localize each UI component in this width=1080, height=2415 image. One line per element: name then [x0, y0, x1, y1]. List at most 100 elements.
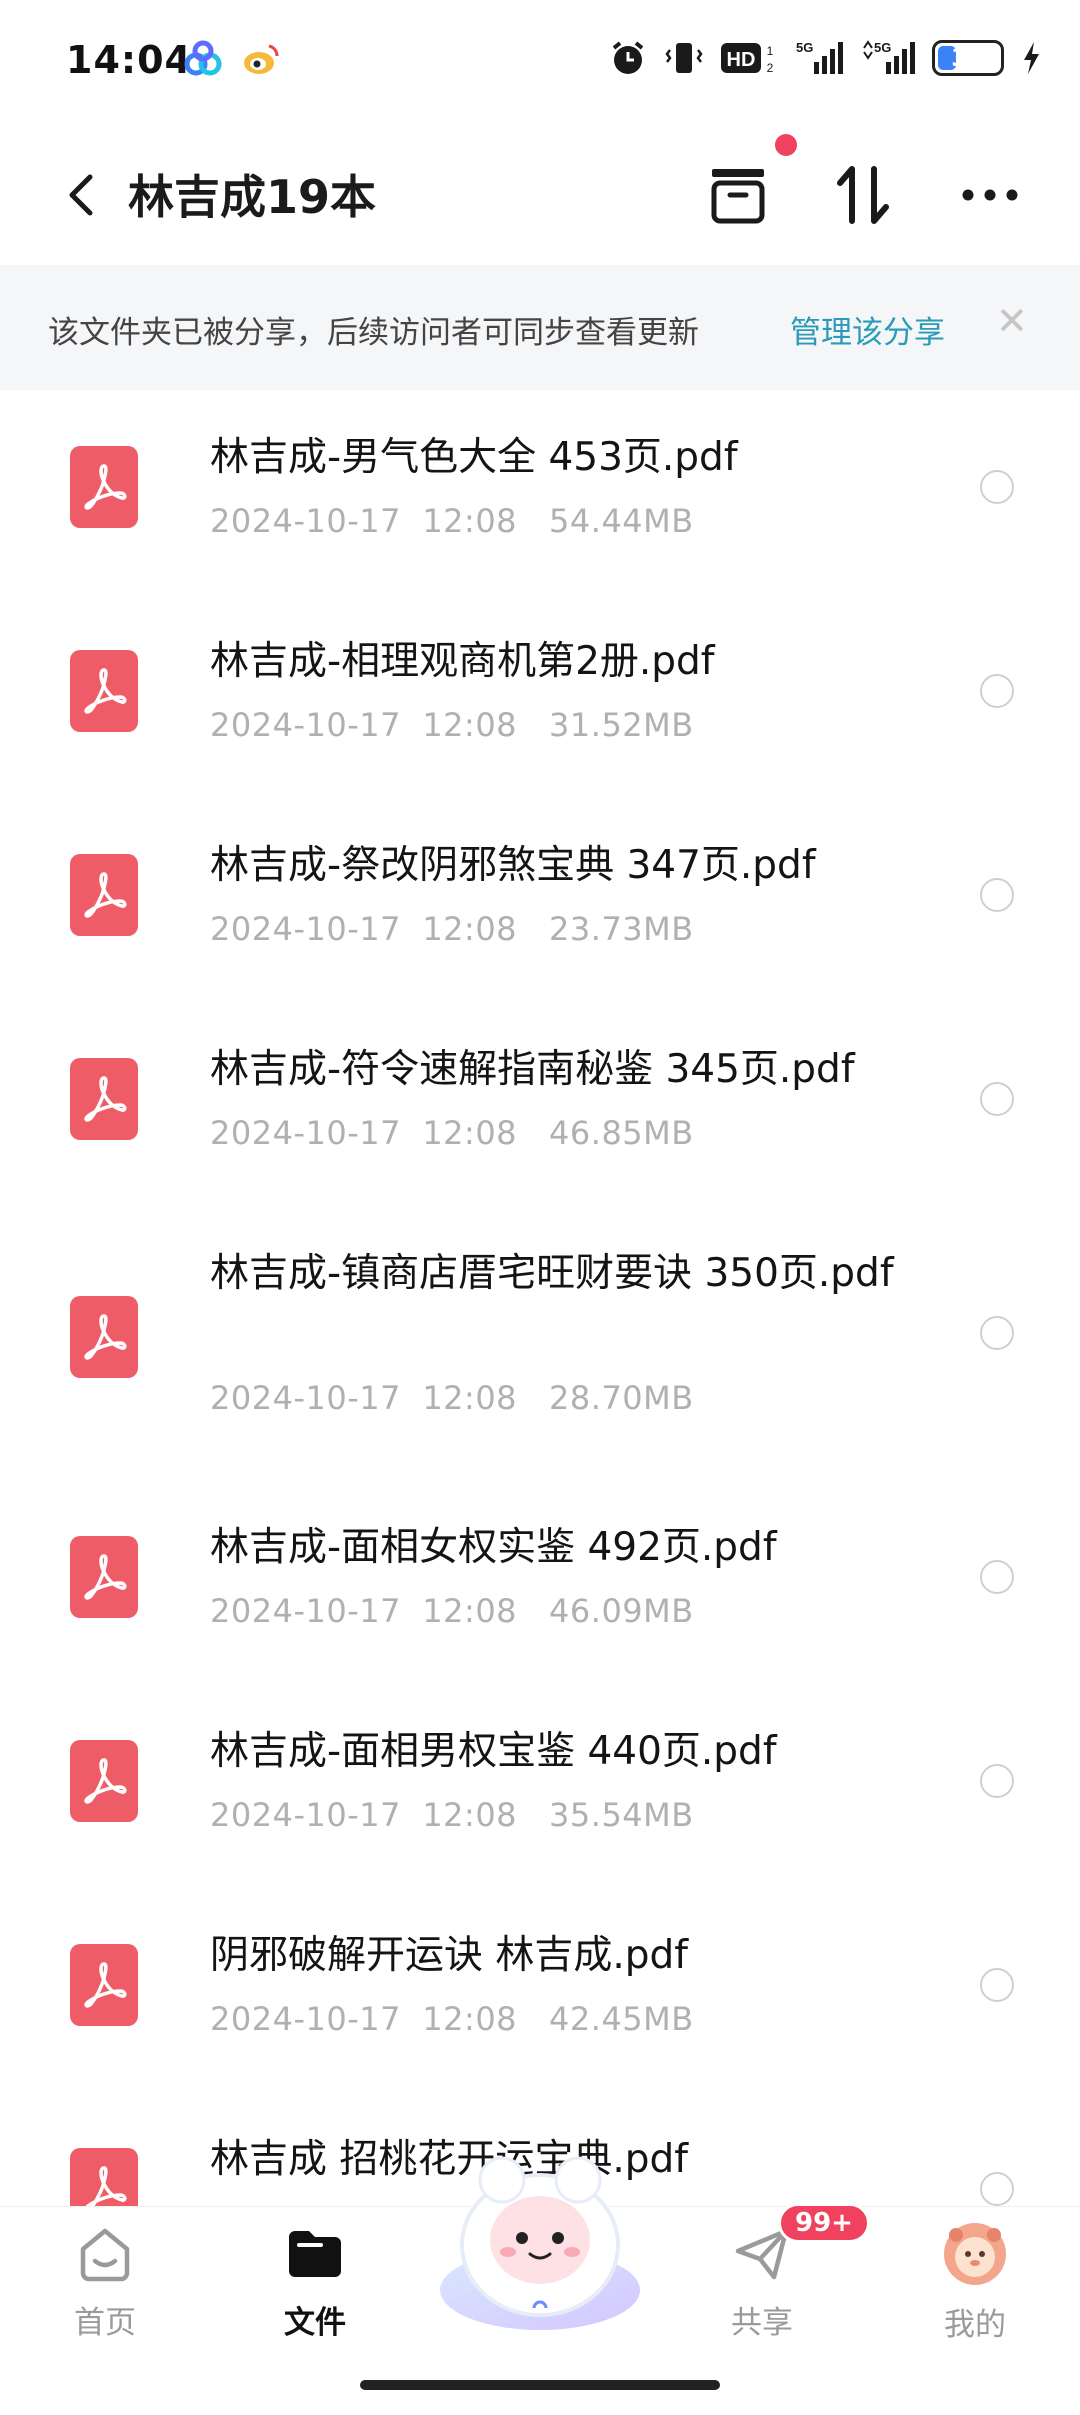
status-system-icons: HD 1 2 5G 5G 30 — [608, 38, 1042, 78]
file-name: 林吉成-面相女权实鉴 492页.pdf — [210, 1525, 777, 1570]
file-row[interactable]: 林吉成-男气色大全 453页.pdf 2024-10-17 12:08 54.44… — [0, 390, 1080, 594]
file-meta: 2024-10-17 12:08 54.44MB — [210, 502, 694, 540]
svg-text:5G: 5G — [796, 40, 813, 55]
file-size: 35.54MB — [549, 1796, 694, 1834]
tab-share-label: 共享 — [731, 2305, 793, 2341]
select-radio[interactable] — [980, 470, 1014, 504]
file-row[interactable]: 林吉成-符令速解指南秘鉴 345页.pdf 2024-10-17 12:08 46… — [0, 1002, 1080, 1206]
file-size: 23.73MB — [549, 910, 694, 948]
file-size: 42.45MB — [549, 2000, 694, 2038]
file-date: 2024-10-17 12:08 — [210, 502, 518, 540]
file-name: 林吉成-祭改阴邪煞宝典 347页.pdf — [210, 843, 816, 888]
file-date: 2024-10-17 12:08 — [210, 1379, 518, 1417]
file-meta: 2024-10-17 12:08 42.45MB — [210, 2000, 694, 2038]
file-row[interactable]: 林吉成-镇商店厝宅旺财要诀 350页.pdf 2024-10-17 12:08 2… — [0, 1206, 1080, 1476]
file-date: 2024-10-17 12:08 — [210, 2000, 518, 2038]
avatar — [944, 2223, 1006, 2285]
file-meta: 2024-10-17 12:08 28.70MB — [210, 1379, 694, 1417]
status-time: 14:04 — [66, 38, 192, 82]
file-name: 林吉成-男气色大全 453页.pdf — [210, 435, 738, 480]
svg-text:5G: 5G — [874, 40, 891, 55]
pdf-file-icon — [70, 1536, 138, 1618]
home-icon — [80, 2228, 130, 2282]
pdf-file-icon — [70, 650, 138, 732]
pdf-file-icon — [70, 446, 138, 528]
pdf-file-icon — [70, 1296, 138, 1378]
file-date: 2024-10-17 12:08 — [210, 1796, 518, 1834]
file-size: 46.85MB — [549, 1114, 694, 1152]
vibrate-icon — [665, 43, 703, 73]
file-size: 31.52MB — [549, 706, 694, 744]
tab-files[interactable]: 文件 — [245, 2221, 385, 2342]
select-radio[interactable] — [980, 1316, 1014, 1350]
select-radio[interactable] — [980, 1968, 1014, 2002]
file-name: 林吉成-相理观商机第2册.pdf — [210, 639, 715, 684]
file-size: 28.70MB — [549, 1379, 694, 1417]
alarm-icon — [612, 41, 644, 74]
file-date: 2024-10-17 12:08 — [210, 1592, 518, 1630]
charging-icon — [1024, 42, 1039, 74]
file-meta: 2024-10-17 12:08 46.85MB — [210, 1114, 694, 1152]
signal-icon: 5G — [863, 40, 915, 74]
file-date: 2024-10-17 12:08 — [210, 910, 518, 948]
share-banner: 该文件夹已被分享，后续访问者可同步查看更新 管理该分享 ✕ — [0, 265, 1080, 390]
file-row[interactable]: 林吉成-相理观商机第2册.pdf 2024-10-17 12:08 31.52MB — [0, 594, 1080, 798]
select-radio[interactable] — [980, 878, 1014, 912]
share-badge: 99+ — [778, 2203, 870, 2243]
folder-icon — [289, 2231, 341, 2277]
battery-icon: 30 — [932, 40, 1004, 76]
select-radio[interactable] — [980, 1764, 1014, 1798]
file-meta: 2024-10-17 12:08 46.09MB — [210, 1592, 694, 1630]
weibo-icon — [244, 44, 279, 74]
more-icon[interactable] — [950, 155, 1030, 235]
archive-icon[interactable] — [698, 155, 778, 235]
select-radio[interactable] — [980, 1082, 1014, 1116]
select-radio[interactable] — [980, 674, 1014, 708]
file-name: 林吉成-面相男权宝鉴 440页.pdf — [210, 1729, 777, 1774]
svg-text:2: 2 — [767, 61, 774, 75]
file-meta: 2024-10-17 12:08 35.54MB — [210, 1796, 694, 1834]
file-name: 阴邪破解开运诀 林吉成.pdf — [210, 1933, 689, 1978]
tab-mine[interactable]: 我的 — [905, 2221, 1045, 2344]
tab-mine-label: 我的 — [944, 2307, 1006, 2343]
svg-text:1: 1 — [767, 44, 774, 58]
pdf-file-icon — [70, 1058, 138, 1140]
file-name: 林吉成-符令速解指南秘鉴 345页.pdf — [210, 1047, 855, 1092]
notification-dot — [775, 134, 797, 156]
signal-icon: 5G — [796, 40, 843, 74]
baidu-netdisk-icon — [184, 40, 222, 76]
sort-icon[interactable] — [824, 155, 904, 235]
status-bar: 14:04 HD 1 2 5G 5G 30 — [0, 0, 1080, 125]
share-banner-text: 该文件夹已被分享，后续访问者可同步查看更新 — [48, 315, 699, 351]
svg-text:HD: HD — [727, 49, 756, 71]
hd-icon: HD 1 2 — [721, 43, 774, 75]
file-row[interactable]: 阴邪破解开运诀 林吉成.pdf 2024-10-17 12:08 42.45MB — [0, 1888, 1080, 2092]
tab-files-label: 文件 — [284, 2305, 346, 2341]
battery-percent: 30 — [951, 44, 985, 72]
close-icon[interactable]: ✕ — [996, 299, 1028, 343]
chevron-left-icon[interactable] — [52, 165, 112, 225]
status-app-icons — [183, 40, 281, 78]
top-bar: 林吉成19本 — [0, 125, 1080, 265]
assistant-mascot-button[interactable] — [430, 2140, 650, 2340]
file-date: 2024-10-17 12:08 — [210, 706, 518, 744]
select-radio[interactable] — [980, 1560, 1014, 1594]
file-size: 46.09MB — [549, 1592, 694, 1630]
pdf-file-icon — [70, 1740, 138, 1822]
tab-home-label: 首页 — [74, 2305, 136, 2341]
pdf-file-icon — [70, 1944, 138, 2026]
file-row[interactable]: 林吉成-面相女权实鉴 492页.pdf 2024-10-17 12:08 46.0… — [0, 1480, 1080, 1684]
file-row[interactable]: 林吉成-祭改阴邪煞宝典 347页.pdf 2024-10-17 12:08 23.… — [0, 798, 1080, 1002]
tab-home[interactable]: 首页 — [35, 2221, 175, 2342]
pdf-file-icon — [70, 854, 138, 936]
file-row[interactable]: 林吉成-面相男权宝鉴 440页.pdf 2024-10-17 12:08 35.5… — [0, 1684, 1080, 1888]
select-radio[interactable] — [980, 2172, 1014, 2206]
file-size: 54.44MB — [549, 502, 694, 540]
page-title: 林吉成19本 — [128, 170, 377, 224]
file-date: 2024-10-17 12:08 — [210, 1114, 518, 1152]
file-name: 林吉成-镇商店厝宅旺财要诀 350页.pdf — [210, 1251, 894, 1296]
manage-share-link[interactable]: 管理该分享 — [790, 307, 945, 352]
file-meta: 2024-10-17 12:08 31.52MB — [210, 706, 694, 744]
file-meta: 2024-10-17 12:08 23.73MB — [210, 910, 694, 948]
home-indicator[interactable] — [360, 2380, 720, 2390]
